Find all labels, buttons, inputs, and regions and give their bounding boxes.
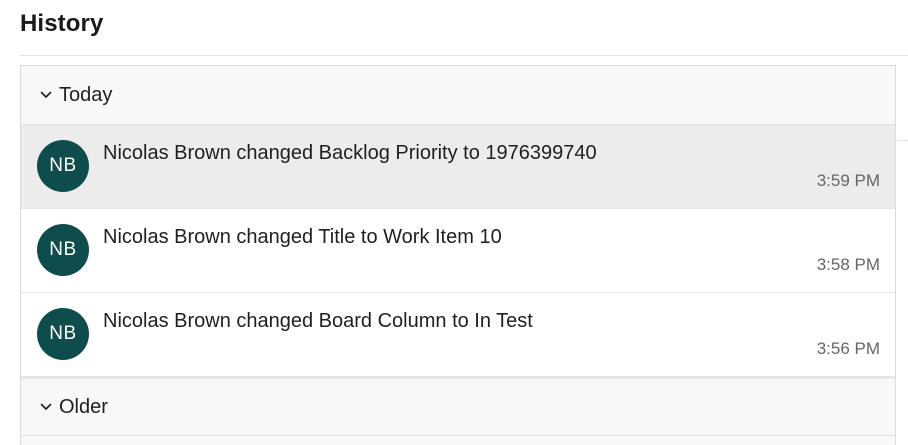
history-title: History	[20, 10, 104, 37]
avatar: NB	[37, 224, 89, 276]
title-divider	[20, 55, 908, 56]
history-item-time: 3:59 PM	[816, 171, 880, 190]
history-item[interactable]: NB Nicolas Brown changed Title to Work I…	[21, 208, 895, 292]
history-item-message: Nicolas Brown changed Title to Work Item…	[103, 226, 502, 248]
history-panel: Today NB Nicolas Brown changed Backlog P…	[20, 65, 896, 445]
history-item-message: Nicolas Brown changed Backlog Priority t…	[103, 142, 597, 164]
history-page: History Today NB Nicolas Brown changed B…	[0, 0, 908, 445]
group-header-today[interactable]: Today	[21, 66, 895, 124]
history-list-today: NB Nicolas Brown changed Backlog Priorit…	[21, 124, 895, 376]
pane-edge-divider	[897, 140, 908, 141]
history-item-message: Nicolas Brown changed Board Column to In…	[103, 310, 533, 332]
chevron-down-icon	[39, 400, 53, 414]
group-header-older[interactable]: Older	[21, 376, 895, 435]
history-item[interactable]: NB Nicolas Brown changed Backlog Priorit…	[21, 124, 895, 208]
history-item-time: 3:58 PM	[816, 255, 880, 274]
history-item[interactable]: NB Nicolas Brown changed Board Column to…	[21, 292, 895, 376]
group-label-older: Older	[59, 395, 108, 418]
history-item-time: 3:56 PM	[816, 339, 880, 358]
avatar: NB	[37, 308, 89, 360]
chevron-down-icon	[39, 88, 53, 102]
avatar: NB	[37, 140, 89, 192]
older-divider	[21, 435, 895, 436]
group-label-today: Today	[59, 83, 113, 106]
